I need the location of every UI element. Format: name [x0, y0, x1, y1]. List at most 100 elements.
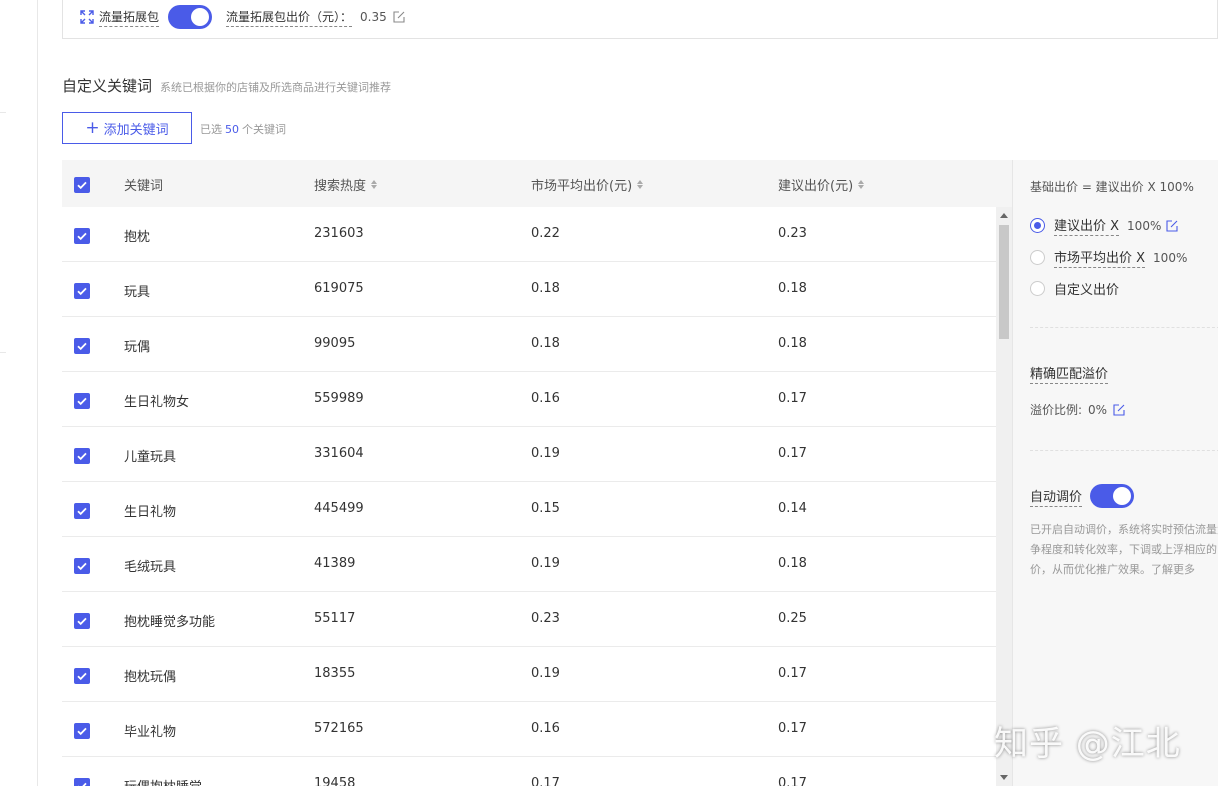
- traffic-price-label: 流量拓展包出价（元）：: [226, 8, 353, 27]
- table-row[interactable]: 生日礼物 445499 0.15 0.14: [62, 482, 996, 537]
- keyword-cell: 儿童玩具: [124, 450, 177, 465]
- edit-icon[interactable]: [1166, 219, 1178, 232]
- sort-icon[interactable]: [858, 180, 865, 189]
- keyword-cell: 玩偶: [124, 340, 151, 355]
- toggle-knob: [1113, 487, 1132, 505]
- edit-icon[interactable]: [393, 11, 405, 23]
- suggested-bid-cell: 0.17: [778, 776, 807, 786]
- table-row[interactable]: 玩偶 99095 0.18 0.18: [62, 317, 996, 372]
- suggested-bid-cell: 0.17: [778, 446, 807, 461]
- avg-bid-cell: 0.18: [531, 336, 560, 351]
- sort-icon[interactable]: [371, 180, 378, 189]
- column-header-avg-bid[interactable]: 市场平均出价(元): [531, 175, 644, 194]
- keyword-cell: 毛绒玩具: [124, 560, 177, 575]
- avg-bid-cell: 0.16: [531, 721, 560, 736]
- table-row[interactable]: 玩具 619075 0.18 0.18: [62, 262, 996, 317]
- expand-icon: [80, 10, 94, 24]
- auto-adjust-toggle[interactable]: [1090, 484, 1135, 508]
- avg-bid-cell: 0.22: [531, 226, 560, 241]
- table-row[interactable]: 生日礼物女 559989 0.16 0.17: [62, 372, 996, 427]
- keyword-cell: 毕业礼物: [124, 725, 177, 740]
- left-sidebar-divider: [0, 352, 6, 353]
- keyword-cell: 抱枕睡觉多功能: [124, 615, 216, 630]
- bid-option-market-avg[interactable]: 市场平均出价 X 100%: [1030, 247, 1187, 268]
- suggested-bid-cell: 0.18: [778, 556, 807, 571]
- traffic-package-label: 流量拓展包: [99, 8, 160, 27]
- heat-cell: 559989: [314, 391, 364, 406]
- heat-cell: 572165: [314, 721, 364, 736]
- heat-cell: 18355: [314, 666, 356, 681]
- premium-ratio-label: 溢价比例:: [1030, 403, 1083, 417]
- row-checkbox[interactable]: [74, 503, 90, 519]
- selected-count: 50: [225, 123, 239, 136]
- table-row[interactable]: 毕业礼物 572165 0.16 0.17: [62, 702, 996, 757]
- avg-bid-cell: 0.17: [531, 776, 560, 786]
- traffic-price-value: 0.35: [360, 10, 387, 24]
- panel-divider: [1030, 327, 1218, 328]
- scroll-down-arrow[interactable]: [1000, 775, 1008, 780]
- avg-bid-cell: 0.19: [531, 666, 560, 681]
- suggested-bid-cell: 0.17: [778, 721, 807, 736]
- bid-option-pct: 100%: [1153, 250, 1188, 265]
- traffic-package-toggle[interactable]: [168, 5, 213, 29]
- add-keyword-button[interactable]: + 添加关键词: [62, 112, 192, 144]
- row-checkbox[interactable]: [74, 338, 90, 354]
- scroll-up-arrow[interactable]: [1000, 213, 1008, 218]
- avg-bid-cell: 0.18: [531, 281, 560, 296]
- table-row[interactable]: 抱枕睡觉多功能 55117 0.23 0.25: [62, 592, 996, 647]
- column-header-label: 关键词: [124, 179, 164, 194]
- avg-bid-cell: 0.19: [531, 556, 560, 571]
- table-row[interactable]: 毛绒玩具 41389 0.19 0.18: [62, 537, 996, 592]
- table-row[interactable]: 儿童玩具 331604 0.19 0.17: [62, 427, 996, 482]
- table-scrollbar[interactable]: [996, 207, 1012, 786]
- radio-unselected[interactable]: [1030, 281, 1045, 296]
- suggested-bid-cell: 0.25: [778, 611, 807, 626]
- radio-unselected[interactable]: [1030, 250, 1045, 265]
- row-checkbox[interactable]: [74, 448, 90, 464]
- keyword-cell: 抱枕: [124, 230, 151, 245]
- heat-cell: 99095: [314, 336, 356, 351]
- row-checkbox[interactable]: [74, 393, 90, 409]
- avg-bid-cell: 0.15: [531, 501, 560, 516]
- table-row[interactable]: 玩偶抱枕睡觉 19458 0.17 0.17: [62, 757, 996, 786]
- column-header-label: 建议出价(元): [778, 179, 854, 194]
- suggested-bid-cell: 0.18: [778, 336, 807, 351]
- column-header-suggested-bid[interactable]: 建议出价(元): [778, 175, 865, 194]
- row-checkbox[interactable]: [74, 283, 90, 299]
- bid-option-label: 自定义出价: [1054, 283, 1120, 298]
- premium-ratio-row: 溢价比例: 0%: [1030, 401, 1125, 418]
- suggested-bid-cell: 0.17: [778, 666, 807, 681]
- table-row[interactable]: 抱枕玩偶 18355 0.19 0.17: [62, 647, 996, 702]
- column-header-heat[interactable]: 搜索热度: [314, 175, 378, 194]
- heat-cell: 445499: [314, 501, 364, 516]
- select-all-checkbox[interactable]: [74, 177, 90, 193]
- section-header: 自定义关键词 系统已根据你的店铺及所选商品进行关键词推荐: [62, 75, 391, 96]
- row-checkbox[interactable]: [74, 668, 90, 684]
- row-checkbox[interactable]: [74, 558, 90, 574]
- keyword-cell: 生日礼物女: [124, 395, 190, 410]
- heat-cell: 19458: [314, 776, 356, 786]
- premium-ratio-value: 0%: [1088, 402, 1108, 417]
- heat-cell: 231603: [314, 226, 364, 241]
- panel-divider: [1030, 450, 1218, 451]
- sort-icon[interactable]: [637, 180, 644, 189]
- column-header-label: 搜索热度: [314, 179, 367, 194]
- table-row[interactable]: 抱枕 231603 0.22 0.23: [62, 207, 996, 262]
- section-title: 自定义关键词: [62, 77, 153, 95]
- bid-option-suggested[interactable]: 建议出价 X 100%: [1030, 215, 1178, 236]
- radio-selected[interactable]: [1030, 218, 1045, 233]
- bid-formula: 基础出价 = 建议出价 X 100%: [1030, 180, 1194, 194]
- row-checkbox[interactable]: [74, 228, 90, 244]
- scrollbar-thumb[interactable]: [999, 225, 1009, 339]
- bid-option-label: 建议出价 X: [1054, 215, 1120, 236]
- avg-bid-cell: 0.16: [531, 391, 560, 406]
- edit-icon[interactable]: [1113, 403, 1125, 416]
- selected-count-text: 已选 50 个关键词: [200, 121, 286, 137]
- heat-cell: 331604: [314, 446, 364, 461]
- row-checkbox[interactable]: [74, 778, 90, 786]
- suggested-bid-cell: 0.23: [778, 226, 807, 241]
- premium-title: 精确匹配溢价: [1030, 363, 1109, 384]
- row-checkbox[interactable]: [74, 613, 90, 629]
- row-checkbox[interactable]: [74, 723, 90, 739]
- bid-option-custom[interactable]: 自定义出价: [1030, 279, 1119, 298]
